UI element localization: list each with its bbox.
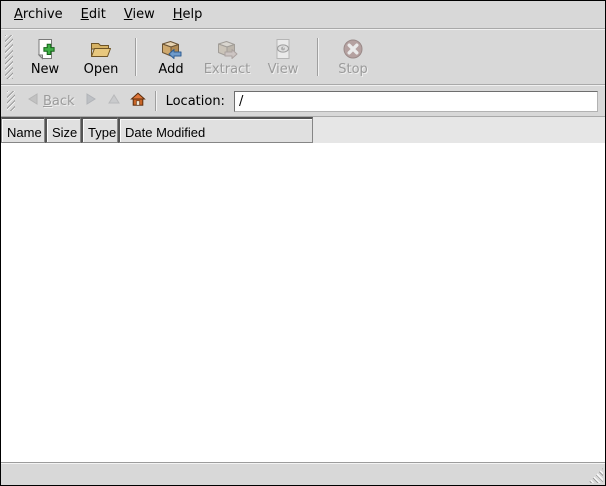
add-files-icon	[159, 37, 183, 61]
navigation-toolbar: Back	[1, 85, 605, 117]
new-archive-icon	[33, 37, 57, 61]
menu-archive[interactable]: Archive	[5, 4, 72, 25]
file-list-header: Name Size Type Date Modified	[1, 117, 605, 143]
open-button[interactable]: Open	[73, 32, 129, 82]
toolbar-separator	[317, 38, 319, 76]
view-file-icon	[271, 37, 295, 61]
view-button-label: View	[268, 62, 299, 77]
home-icon	[130, 91, 146, 111]
menu-help[interactable]: Help	[164, 4, 212, 25]
new-button[interactable]: New	[17, 32, 73, 82]
up-arrow-icon	[107, 92, 121, 110]
stop-button[interactable]: Stop	[325, 32, 381, 82]
column-header-type[interactable]: Type	[81, 117, 118, 143]
extract-icon	[215, 37, 239, 61]
toolbar-drag-handle[interactable]	[5, 35, 13, 79]
column-header-size[interactable]: Size	[45, 117, 81, 143]
main-toolbar: New Open Add	[1, 29, 605, 85]
back-button-label: Back	[43, 94, 75, 109]
menu-bar: Archive Edit View Help	[1, 1, 605, 29]
column-header-name[interactable]: Name	[1, 117, 45, 143]
resize-grip[interactable]	[588, 468, 603, 483]
location-label: Location:	[166, 94, 225, 109]
open-button-label: Open	[84, 62, 119, 77]
view-button[interactable]: View	[255, 32, 311, 82]
toolbar-separator	[135, 38, 137, 76]
extract-button[interactable]: Extract	[199, 32, 255, 82]
new-button-label: New	[31, 62, 59, 77]
navbar-drag-handle[interactable]	[7, 91, 15, 111]
archive-manager-window: Archive Edit View Help New	[0, 0, 606, 486]
stop-icon	[341, 37, 365, 61]
home-button[interactable]	[130, 91, 146, 111]
up-button[interactable]	[107, 92, 121, 110]
status-bar	[1, 462, 605, 485]
stop-button-label: Stop	[338, 62, 368, 77]
forward-button[interactable]	[84, 92, 98, 110]
back-arrow-icon	[26, 92, 40, 110]
location-input[interactable]	[234, 91, 598, 112]
back-button[interactable]: Back	[26, 92, 75, 110]
column-header-filler	[313, 117, 605, 143]
file-list[interactable]	[1, 143, 605, 462]
open-archive-icon	[89, 37, 113, 61]
menu-edit[interactable]: Edit	[72, 4, 115, 25]
forward-arrow-icon	[84, 92, 98, 110]
column-header-date-modified[interactable]: Date Modified	[118, 117, 313, 143]
extract-button-label: Extract	[204, 62, 251, 77]
add-button-label: Add	[158, 62, 183, 77]
navbar-separator	[155, 91, 157, 111]
add-button[interactable]: Add	[143, 32, 199, 82]
menu-view[interactable]: View	[115, 4, 164, 25]
